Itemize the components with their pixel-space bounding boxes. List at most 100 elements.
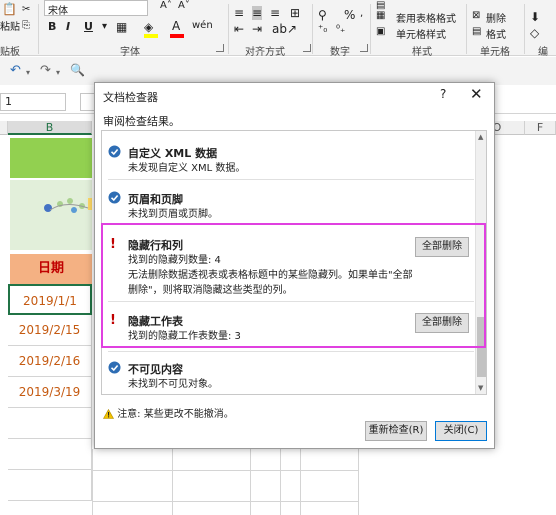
scrollbar[interactable]: ▲ ▼ (475, 131, 486, 394)
ribbon: 📋 粘贴 贴板 ✂ ⎘ 宋体 A˄ A˅ B I U ▾ ▦ ◈ A wén 字… (0, 0, 556, 73)
redo-icon[interactable]: ↷ (40, 63, 51, 78)
undo-icon[interactable]: ↶ (10, 63, 21, 78)
column-header-f[interactable]: F (525, 121, 556, 135)
gridline (92, 501, 358, 502)
dialog-title: 文档检查器 (103, 91, 158, 104)
image-cell (10, 180, 92, 250)
check-icon (108, 145, 121, 158)
gridline (92, 449, 93, 515)
number-launcher-icon[interactable] (360, 44, 368, 52)
gridline (92, 470, 358, 471)
column-header-b[interactable]: B (8, 121, 92, 135)
help-button[interactable]: ? (440, 87, 446, 101)
scroll-up-icon[interactable]: ▲ (478, 133, 483, 141)
styles-group-label: 样式 (412, 47, 432, 58)
phonetic-icon[interactable]: wén (192, 20, 213, 31)
item-description: 找到的隐藏工作表数量: 3 (128, 331, 241, 342)
paste-button[interactable]: 粘贴 (0, 18, 20, 33)
warning-icon: ! (110, 237, 116, 252)
merge-icon[interactable]: ⊞ (290, 6, 300, 20)
number-group-label: 数字 (330, 47, 350, 58)
percent-button[interactable]: % (344, 8, 355, 22)
item-title: 页眉和页脚 (128, 193, 183, 206)
delete-cells-button[interactable]: 删除 (486, 10, 506, 25)
warning-note-text: 注意: 某些更改不能撤消。 (117, 409, 234, 420)
date-cell-4[interactable]: 2019/3/19 (8, 377, 92, 408)
orientation-icon[interactable]: ab↗ (272, 22, 297, 36)
undo-dropdown-icon[interactable]: ▾ (26, 68, 30, 77)
gridline (172, 449, 173, 515)
warning-note: 注意: 某些更改不能撤消。 (102, 405, 234, 420)
underline-dropdown-icon[interactable]: ▾ (102, 21, 107, 32)
bold-button[interactable]: B (48, 20, 56, 33)
alignment-group-label: 对齐方式 (245, 47, 285, 58)
font-size-increase-icon[interactable]: A˄ (160, 0, 172, 11)
table-format-icon[interactable]: ▦ (376, 10, 385, 21)
print-preview-icon[interactable]: 🔍 (70, 63, 85, 77)
font-color-icon[interactable]: A (172, 19, 180, 33)
align-left-icon[interactable]: ≡ (234, 6, 244, 20)
check-icon (108, 361, 121, 374)
scrollbar-thumb[interactable] (477, 317, 486, 377)
currency-icon[interactable]: ⚲ (318, 8, 327, 22)
fill-color-icon[interactable]: ◈ (144, 20, 153, 34)
format-cells-icon[interactable]: ▤ (472, 26, 481, 37)
close-button[interactable]: 关闭(C) (435, 421, 487, 441)
item-description: 未发现自定义 XML 数据。 (128, 163, 246, 174)
paste-icon[interactable]: 📋 (2, 2, 17, 16)
font-name-select[interactable]: 宋体 (44, 0, 148, 17)
item-title: 不可见内容 (128, 363, 183, 376)
cell-styles-icon[interactable]: ▣ (376, 26, 385, 37)
underline-button[interactable]: U (84, 20, 93, 33)
results-panel: 自定义 XML 数据 未发现自定义 XML 数据。 页眉和页脚 未找到页眉或页脚… (101, 130, 487, 395)
fill-down-icon[interactable]: ⬇ (530, 10, 540, 24)
increase-decimal-icon[interactable]: ⁺₀ (318, 24, 327, 35)
gridline (300, 449, 301, 515)
date-header-cell[interactable]: 日期 (10, 254, 92, 284)
gridline (358, 449, 359, 515)
clear-icon[interactable]: ◇ (530, 26, 539, 40)
quick-access-toolbar: ↶ ▾ ↷ ▾ 🔍 (0, 57, 556, 85)
alignment-launcher-icon[interactable] (303, 44, 311, 52)
font-launcher-icon[interactable] (216, 44, 224, 52)
empty-cell[interactable] (8, 408, 92, 439)
redo-dropdown-icon[interactable]: ▾ (56, 68, 60, 77)
name-box[interactable]: 1 (0, 93, 66, 111)
date-cell-3[interactable]: 2019/2/16 (8, 346, 92, 377)
warning-icon: ! (110, 313, 116, 328)
copy-icon[interactable]: ⎘ (22, 20, 30, 31)
align-center-icon[interactable]: ≡ (252, 6, 263, 20)
decrease-indent-icon[interactable]: ⇤ (234, 22, 244, 36)
date-cell-2[interactable]: 2019/2/15 (8, 315, 92, 346)
empty-cell[interactable] (8, 439, 92, 470)
divider (108, 301, 474, 302)
increase-indent-icon[interactable]: ⇥ (252, 22, 262, 36)
cut-icon[interactable]: ✂ (22, 4, 30, 15)
format-cells-button[interactable]: 格式 (486, 26, 506, 41)
border-icon[interactable]: ▦ (116, 20, 127, 34)
recheck-button[interactable]: 重新检查(R) (365, 421, 427, 441)
font-size-decrease-icon[interactable]: A˅ (178, 0, 190, 11)
clipboard-group-label: 贴板 (0, 47, 20, 58)
empty-cell[interactable] (8, 470, 92, 501)
cell-styles-button[interactable]: 单元格样式 (396, 26, 446, 41)
select-all-corner[interactable] (0, 121, 8, 135)
italic-button[interactable]: I (66, 20, 70, 33)
delete-cells-icon[interactable]: ⊠ (472, 10, 480, 21)
check-icon (108, 191, 121, 204)
remove-all-button[interactable]: 全部删除 (415, 313, 469, 333)
decrease-decimal-icon[interactable]: ⁰₊ (336, 24, 345, 35)
scroll-down-icon[interactable]: ▼ (478, 384, 483, 392)
item-title: 隐藏工作表 (128, 315, 183, 328)
green-band-cell (10, 138, 92, 178)
font-color-swatch (170, 34, 184, 38)
cells-group-label: 单元格 (480, 47, 510, 58)
date-cell-1[interactable]: 2019/1/1 (8, 284, 92, 315)
separator (228, 4, 229, 54)
align-right-icon[interactable]: ≡ (270, 6, 280, 20)
close-icon[interactable]: ✕ (470, 85, 483, 103)
gridline (280, 449, 281, 515)
comma-icon[interactable]: , (360, 8, 363, 19)
format-as-table-button[interactable]: 套用表格格式 (396, 10, 456, 25)
remove-all-button[interactable]: 全部删除 (415, 237, 469, 257)
